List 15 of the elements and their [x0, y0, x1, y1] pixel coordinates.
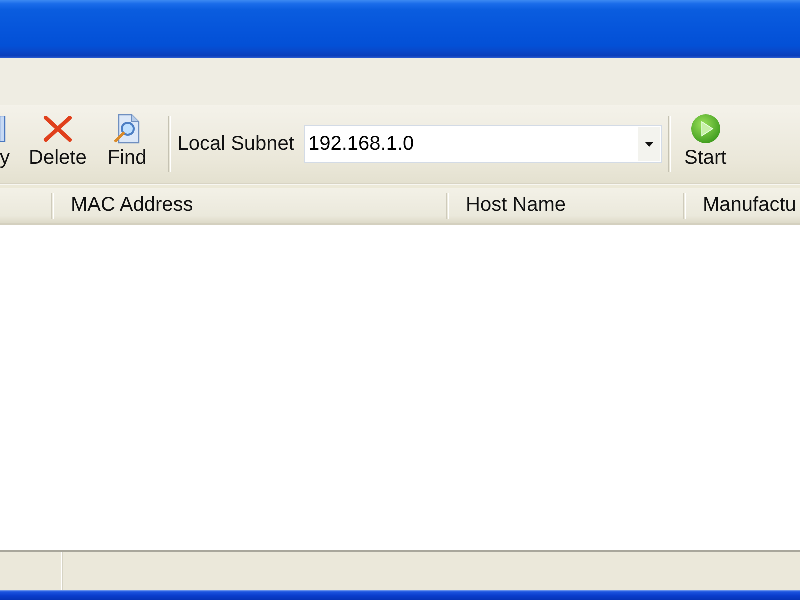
play-icon: [690, 114, 721, 144]
toolbar-button[interactable]: y: [0, 113, 10, 175]
find-button[interactable]: Find: [108, 113, 147, 175]
delete-button[interactable]: Delete: [29, 113, 87, 175]
document-icon: [0, 116, 6, 142]
column-header[interactable]: Manufactu: [686, 188, 800, 223]
cross-icon: [42, 116, 73, 142]
caret-icon: [644, 142, 654, 146]
subnet-label: Local Subnet: [178, 132, 294, 156]
subnet-combo-box[interactable]: 192.168.1.0: [304, 125, 662, 163]
magnifier-document-icon: [114, 114, 140, 144]
column-header[interactable]: Host Name: [449, 188, 683, 223]
dropdown-button[interactable]: [638, 127, 660, 161]
start-button[interactable]: Start: [684, 113, 727, 175]
column-header[interactable]: MAC Address: [54, 188, 446, 223]
